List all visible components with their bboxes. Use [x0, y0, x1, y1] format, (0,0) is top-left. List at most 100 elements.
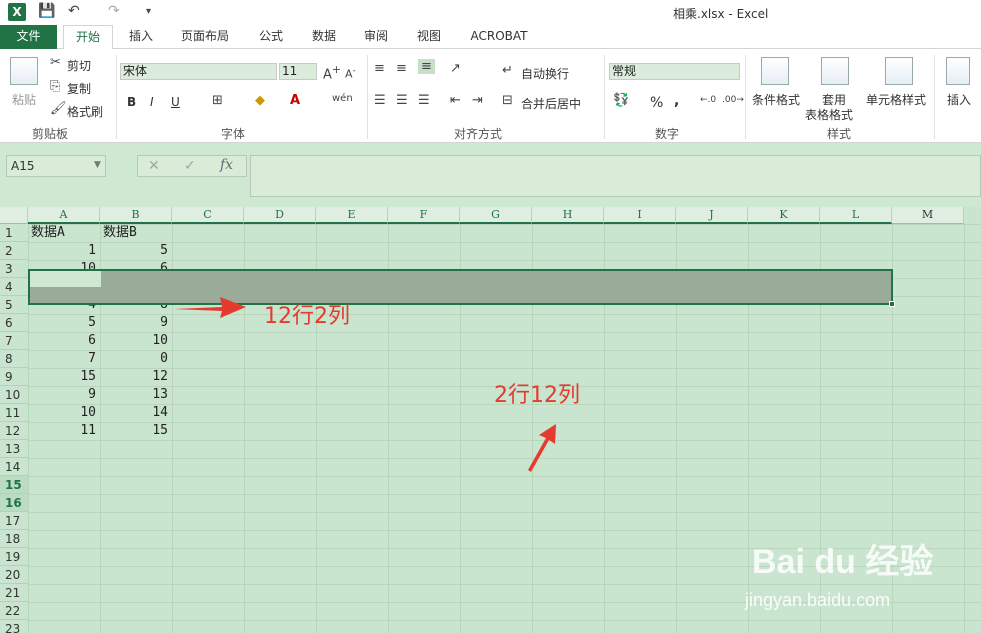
row-header[interactable]: 10 — [0, 386, 28, 404]
cell[interactable]: 5 — [100, 242, 172, 260]
row-header[interactable]: 3 — [0, 260, 28, 278]
comma-button[interactable]: , — [674, 93, 679, 109]
cell[interactable]: 10 — [100, 332, 172, 350]
column-header[interactable]: L — [820, 207, 892, 224]
cell[interactable]: 数据A — [31, 224, 103, 242]
cell[interactable]: 15 — [100, 422, 172, 440]
column-header[interactable]: M — [892, 207, 964, 224]
cell[interactable]: 5 — [28, 314, 100, 332]
save-icon[interactable]: 💾 — [38, 3, 55, 19]
percent-button[interactable]: % — [650, 95, 663, 111]
tab-review[interactable]: 审阅 — [355, 25, 397, 49]
column-header[interactable]: D — [244, 207, 316, 224]
cell[interactable]: 13 — [100, 386, 172, 404]
insert-cells-icon[interactable] — [946, 57, 970, 85]
row-header[interactable]: 13 — [0, 440, 28, 458]
format-as-table-icon[interactable] — [821, 57, 849, 85]
format-as-table-line2[interactable]: 表格格式 — [805, 106, 853, 123]
border-icon[interactable]: ⊞ — [212, 93, 223, 108]
column-header[interactable]: C — [172, 207, 244, 224]
increase-font-icon[interactable]: A+ — [323, 63, 341, 82]
tab-page-layout[interactable]: 页面布局 — [172, 25, 238, 49]
row-header[interactable]: 5 — [0, 296, 28, 314]
tab-home[interactable]: 开始 — [63, 25, 113, 50]
insert-function-icon[interactable]: fx — [220, 157, 233, 173]
italic-button[interactable]: I — [150, 95, 154, 109]
decrease-decimal-icon[interactable]: .00→ — [722, 95, 744, 105]
decrease-font-icon[interactable]: A- — [345, 65, 356, 81]
row-header[interactable]: 18 — [0, 530, 28, 548]
cancel-formula-icon[interactable]: ✕ — [148, 158, 160, 174]
redo-icon[interactable]: ↷ — [108, 3, 120, 19]
customize-qat-icon[interactable]: ▾ — [146, 6, 151, 17]
column-header[interactable]: J — [676, 207, 748, 224]
column-header[interactable]: I — [604, 207, 676, 224]
cut-icon[interactable]: ✂ — [50, 55, 61, 70]
accounting-icon[interactable]: 💱 — [613, 93, 629, 108]
bold-button[interactable]: B — [127, 95, 136, 109]
row-header[interactable]: 11 — [0, 404, 28, 422]
increase-indent-icon[interactable]: ⇥ — [472, 93, 483, 108]
align-center-icon[interactable]: ☰ — [396, 93, 408, 108]
format-painter-button[interactable]: 格式刷 — [67, 103, 103, 120]
merge-center-icon[interactable]: ⊟ — [502, 93, 513, 108]
font-size-select[interactable]: 11 — [279, 63, 317, 80]
row-header[interactable]: 22 — [0, 602, 28, 620]
row-header[interactable]: 2 — [0, 242, 28, 260]
copy-button[interactable]: 复制 — [67, 80, 91, 97]
cell[interactable]: 9 — [100, 314, 172, 332]
cut-button[interactable]: 剪切 — [67, 57, 91, 74]
paste-icon[interactable] — [10, 57, 38, 85]
column-header[interactable]: A — [28, 207, 100, 224]
row-header[interactable]: 7 — [0, 332, 28, 350]
selected-range[interactable] — [28, 269, 893, 305]
fill-handle[interactable] — [889, 301, 895, 307]
enter-formula-icon[interactable]: ✓ — [184, 158, 196, 174]
column-header[interactable]: G — [460, 207, 532, 224]
tab-data[interactable]: 数据 — [303, 25, 345, 49]
conditional-format-button[interactable]: 条件格式 — [752, 91, 800, 108]
cell[interactable]: 6 — [28, 332, 100, 350]
cell[interactable]: 1 — [28, 242, 100, 260]
row-header[interactable]: 19 — [0, 548, 28, 566]
paste-button[interactable]: 粘贴 — [12, 91, 36, 108]
font-name-select[interactable]: 宋体 — [120, 63, 277, 80]
align-middle-icon[interactable]: ≡ — [396, 61, 407, 76]
column-header[interactable]: E — [316, 207, 388, 224]
tab-insert[interactable]: 插入 — [118, 25, 164, 49]
row-header[interactable]: 9 — [0, 368, 28, 386]
align-left-icon[interactable]: ☰ — [374, 93, 386, 108]
orientation-icon[interactable]: ↗ — [450, 61, 461, 76]
align-right-icon[interactable]: ☰ — [418, 93, 430, 108]
cell[interactable]: 10 — [28, 404, 100, 422]
row-header[interactable]: 8 — [0, 350, 28, 368]
merge-center-button[interactable]: 合并后居中 — [521, 95, 581, 112]
row-header[interactable]: 12 — [0, 422, 28, 440]
cell[interactable]: 11 — [28, 422, 100, 440]
font-color-icon[interactable]: A — [290, 93, 300, 108]
formula-input[interactable] — [250, 155, 981, 197]
conditional-format-icon[interactable] — [761, 57, 789, 85]
wrap-text-button[interactable]: 自动换行 — [521, 65, 569, 82]
row-header[interactable]: 4 — [0, 278, 28, 296]
name-box[interactable]: A15 — [6, 155, 106, 177]
cell-styles-button[interactable]: 单元格样式 — [866, 91, 926, 108]
fill-color-icon[interactable]: ◆ — [255, 93, 265, 108]
column-header[interactable]: F — [388, 207, 460, 224]
row-header[interactable]: 21 — [0, 584, 28, 602]
row-header[interactable]: 23 — [0, 620, 28, 633]
tab-file[interactable]: 文件 — [0, 25, 57, 49]
row-header[interactable]: 16 — [0, 494, 28, 512]
row-header[interactable]: 15 — [0, 476, 28, 494]
active-cell[interactable] — [30, 271, 101, 287]
decrease-indent-icon[interactable]: ⇤ — [450, 93, 461, 108]
number-format-select[interactable]: 常规 — [609, 63, 740, 80]
increase-decimal-icon[interactable]: ←.0 — [700, 95, 716, 105]
column-header[interactable]: B — [100, 207, 172, 224]
cell[interactable]: 12 — [100, 368, 172, 386]
column-header[interactable]: K — [748, 207, 820, 224]
copy-icon[interactable]: ⎘ — [50, 79, 60, 94]
cell[interactable]: 0 — [100, 350, 172, 368]
insert-cells-button[interactable]: 插入 — [947, 91, 971, 108]
align-bottom-icon[interactable]: ≡ — [418, 59, 435, 74]
